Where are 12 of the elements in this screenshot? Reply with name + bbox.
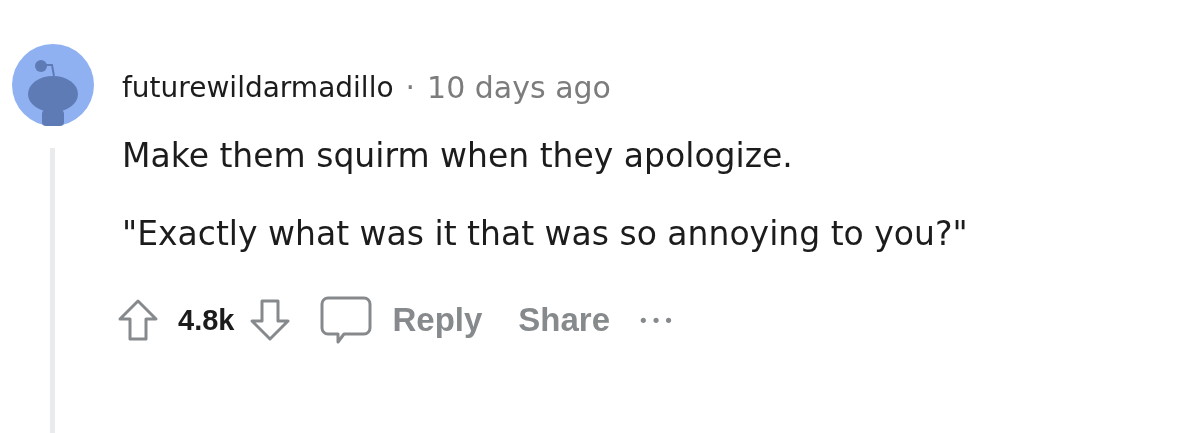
post-time: 10 days ago <box>427 69 611 105</box>
comment-text: "Exactly what was it that was so annoying to you?" <box>122 214 969 254</box>
more-options[interactable]: ••• <box>638 309 676 331</box>
separator-dot: · <box>405 69 416 105</box>
author-name[interactable]: futurewildarmadillo <box>122 70 394 104</box>
comment-text: Make them squirm when they apologize. <box>122 136 794 176</box>
avatar-icon <box>11 44 94 126</box>
reply-button[interactable]: Reply <box>374 297 501 343</box>
speech-bubble-icon[interactable] <box>318 294 375 346</box>
vote-score: 4.8k <box>178 303 235 337</box>
upvote-icon[interactable] <box>116 298 160 342</box>
share-button[interactable]: Share <box>500 297 629 343</box>
